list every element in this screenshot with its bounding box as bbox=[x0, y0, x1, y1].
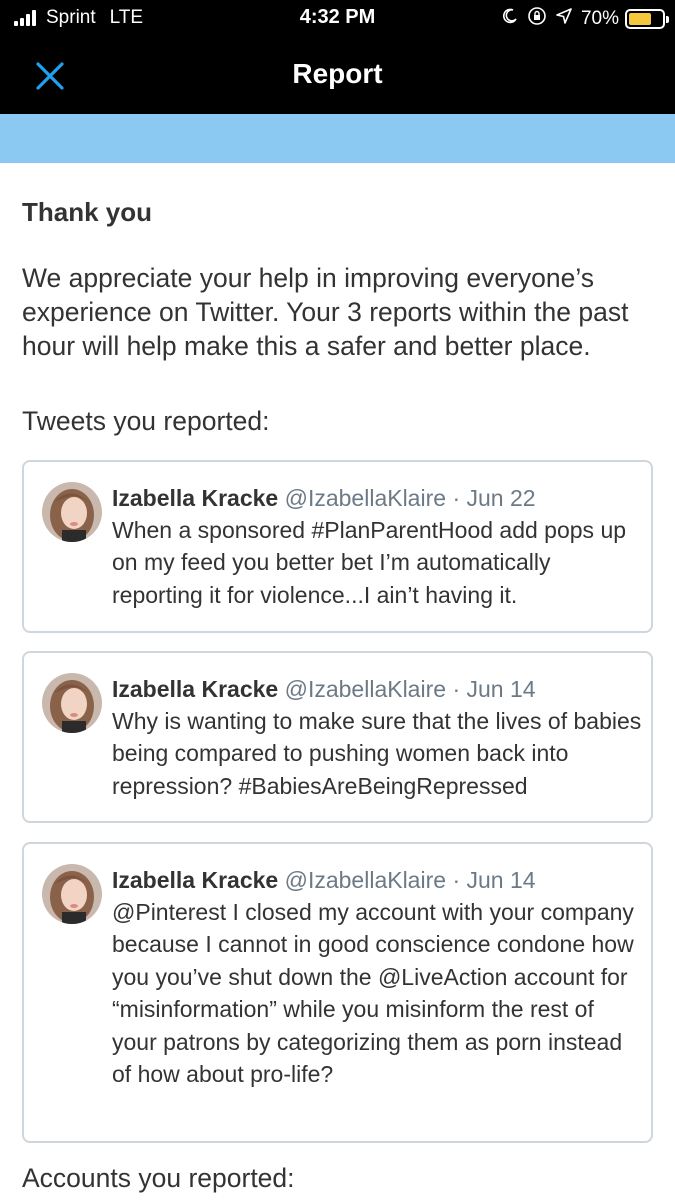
avatar[interactable] bbox=[42, 864, 102, 924]
author-name: Izabella Kracke bbox=[112, 676, 279, 702]
author-handle: @IzabellaKlaire bbox=[284, 485, 447, 511]
reported-tweet-card[interactable]: Izabella Kracke @IzabellaKlaire · Jun 14… bbox=[22, 651, 653, 823]
status-right: 70% bbox=[502, 6, 669, 31]
tweet-text: When a sponsored #PlanParentHood add pop… bbox=[112, 517, 627, 608]
author-name: Izabella Kracke bbox=[112, 867, 279, 893]
tweet-date: Jun 14 bbox=[466, 676, 536, 702]
thanks-message: We appreciate your help in improving eve… bbox=[22, 263, 629, 361]
accounts-reported-label: Accounts you reported: bbox=[22, 1163, 295, 1193]
nav-bar: Report bbox=[0, 38, 675, 114]
tweet-date: Jun 22 bbox=[466, 485, 536, 511]
thanks-heading: Thank you bbox=[22, 197, 153, 227]
separator: · bbox=[452, 676, 461, 702]
orientation-lock-icon bbox=[527, 6, 547, 31]
separator: · bbox=[452, 867, 461, 893]
reported-tweet-card[interactable]: Izabella Kracke @IzabellaKlaire · Jun 14… bbox=[22, 842, 653, 1143]
tweet-text: Why is wanting to make sure that the liv… bbox=[112, 708, 642, 799]
avatar[interactable] bbox=[42, 482, 102, 542]
author-name: Izabella Kracke bbox=[112, 485, 279, 511]
location-icon bbox=[556, 8, 572, 29]
tweet-header: Izabella Kracke @IzabellaKlaire · Jun 22 bbox=[112, 482, 536, 514]
moon-icon bbox=[502, 8, 518, 29]
page-title: Report bbox=[292, 58, 383, 89]
status-bar: Sprint LTE 4:32 PM 70% bbox=[0, 0, 675, 38]
reported-tweet-card[interactable]: Izabella Kracke @IzabellaKlaire · Jun 22… bbox=[22, 460, 653, 633]
battery-level bbox=[629, 12, 652, 25]
tweets-reported-label: Tweets you reported: bbox=[22, 406, 270, 436]
tweet-header: Izabella Kracke @IzabellaKlaire · Jun 14 bbox=[112, 673, 536, 705]
avatar[interactable] bbox=[42, 673, 102, 733]
separator: · bbox=[452, 485, 461, 511]
author-handle: @IzabellaKlaire bbox=[284, 676, 447, 702]
banner-strip bbox=[0, 114, 675, 163]
tweet-header: Izabella Kracke @IzabellaKlaire · Jun 14 bbox=[112, 864, 536, 896]
author-handle: @IzabellaKlaire bbox=[284, 867, 447, 893]
tweet-text: @Pinterest I closed my account with your… bbox=[112, 899, 634, 1088]
battery-percent: 70% bbox=[580, 7, 619, 29]
report-confirmation: Thank you We appreciate your help in imp… bbox=[0, 163, 675, 1200]
tweet-date: Jun 14 bbox=[466, 867, 536, 893]
battery-icon bbox=[625, 8, 669, 29]
